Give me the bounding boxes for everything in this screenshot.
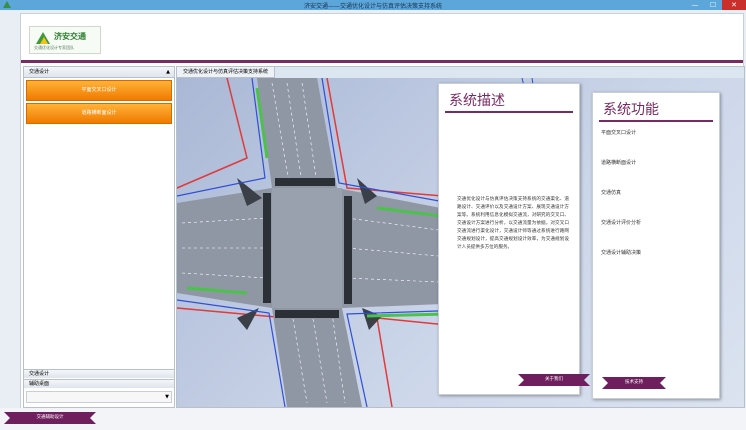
app-header: 济安交通 交通优化设计专家团队 [21,14,743,63]
logo: 济安交通 交通优化设计专家团队 [29,26,101,54]
tech-support-button[interactable]: 技术支持 [602,377,666,389]
window-title: 济安交通——交通优化设计与仿真评估决策支持系统 [303,3,442,10]
functions-title: 系统功能 [603,102,659,118]
system-functions-card: 系统功能 平面交叉口设计 道路横断面设计 交通仿真 交通设计评价分析 交通设计辅… [592,92,720,399]
tab-map[interactable]: 交通优化设计与仿真评估决策支持系统 [177,67,276,78]
sidebar-dropdown[interactable]: ▼ [26,391,172,403]
function-list: 平面交叉口设计 道路横断面设计 交通仿真 交通设计评价分析 交通设计辅助决策 [601,129,713,279]
description-title: 系统描述 [449,93,505,109]
sidebar-item-intersection-design[interactable]: 平面交叉口设计 [26,80,172,101]
dropdown-arrow-icon: ▼ [165,394,169,400]
road-center [272,188,342,308]
about-us-button[interactable]: 关于我们 [518,374,590,386]
sidebar-header-label: 交通设计 [29,69,50,75]
collapse-icon[interactable]: ▲ [166,67,170,77]
sidebar-header[interactable]: 交通设计 ▲ [24,67,174,78]
description-body: 交通优化设计与仿真评估决策支持系统的交通渠化、道路设计、交通评价以及交通设计方案… [457,197,569,250]
logo-accent-icon [40,37,48,44]
function-item[interactable]: 交通仿真 [601,189,713,219]
footer-strip [0,408,746,430]
window-titlebar: 济安交通——交通优化设计与仿真评估决策支持系统 — ☐ ✕ [0,0,746,10]
title-underline [445,111,573,113]
sidebar-item-cross-section-design[interactable]: 道路横断面设计 [26,103,172,124]
footer-ribbon-button[interactable]: 交通辅助设计 [4,412,96,424]
red-boundary-line [177,77,248,189]
close-button[interactable]: ✕ [722,0,746,10]
system-description-card: 系统描述 交通优化设计与仿真评估决策支持系统的交通渠化、道路设计、交通评价以及交… [438,83,580,395]
logo-name: 济安交通 [54,32,86,41]
maximize-button[interactable]: ☐ [704,0,722,10]
sidebar: 交通设计 ▲ 平面交叉口设计 道路横断面设计 交通设计 辅助桌面 ▼ [23,66,175,408]
function-item[interactable]: 平面交叉口设计 [601,129,713,159]
function-item[interactable]: 交通设计评价分析 [601,219,713,249]
function-item[interactable]: 交通设计辅助决策 [601,249,713,279]
sidebar-section-traffic-design[interactable]: 交通设计 [24,369,174,378]
logo-tagline: 交通优化设计专家团队 [34,45,74,50]
minimize-button[interactable]: — [686,0,704,10]
function-item[interactable]: 道路横断面设计 [601,159,713,189]
title-underline [599,120,713,122]
sidebar-section-desktop[interactable]: 辅助桌面 [24,379,174,388]
